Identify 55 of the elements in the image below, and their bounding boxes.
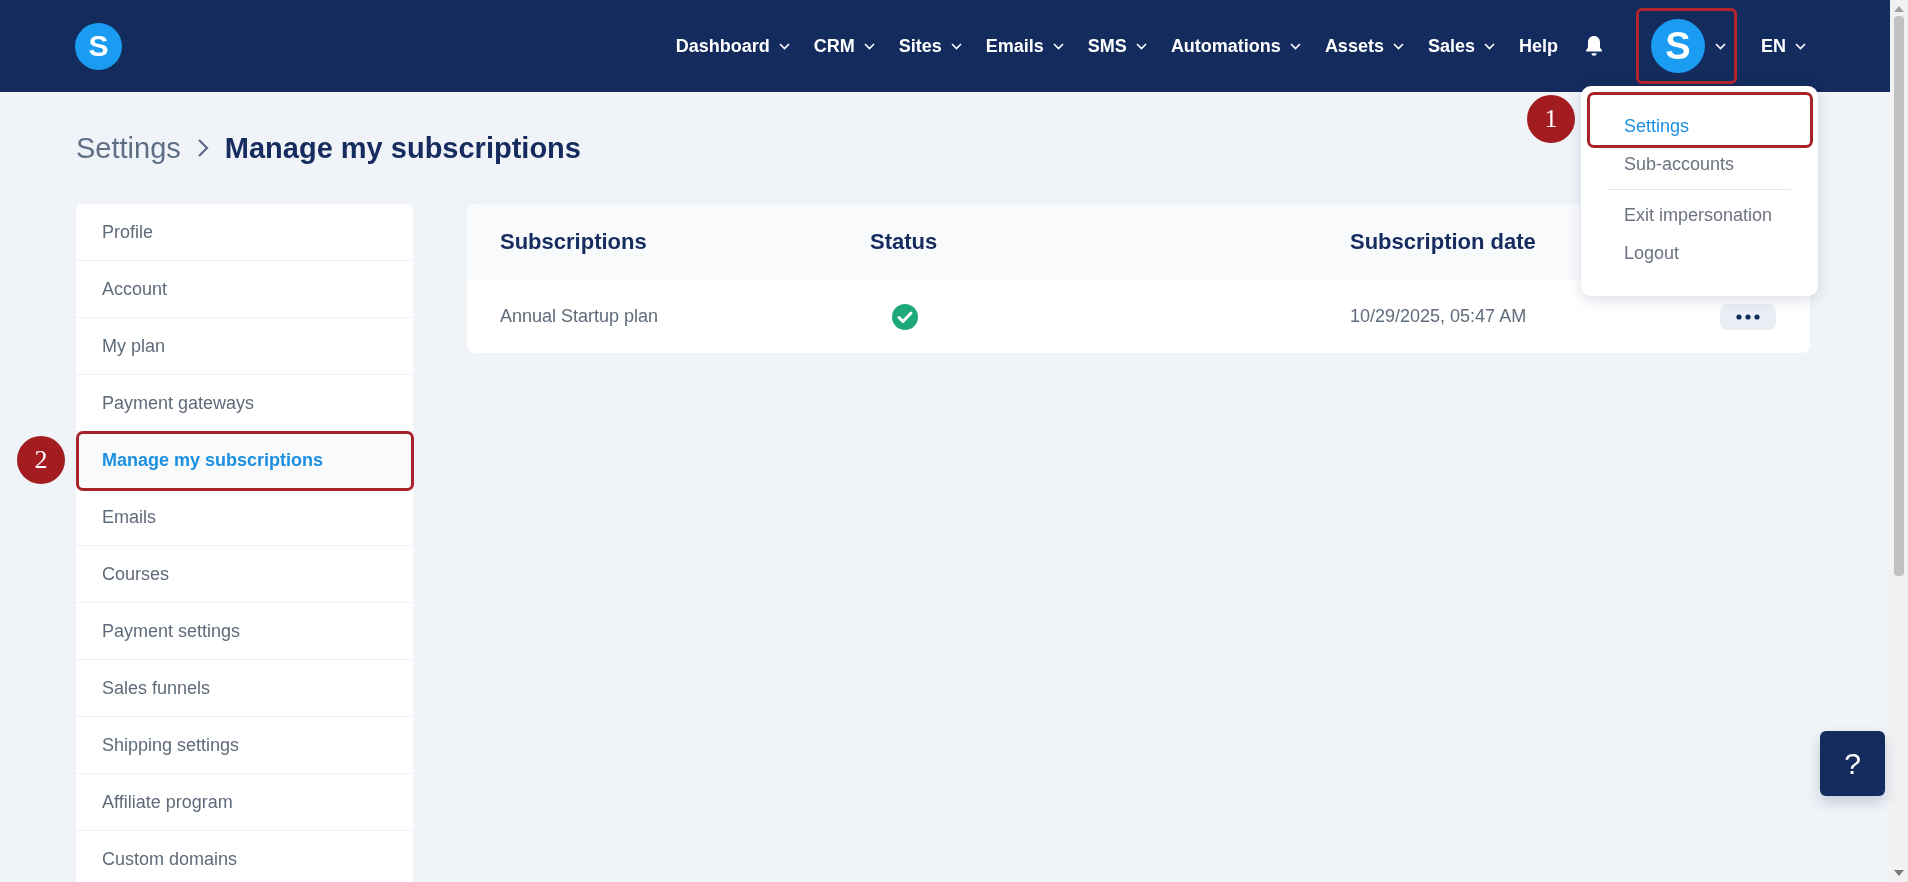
nav-menu-item[interactable]: Emails bbox=[985, 35, 1064, 57]
sidebar-item[interactable]: Courses bbox=[76, 546, 413, 602]
notification-bell-icon[interactable] bbox=[1584, 35, 1604, 57]
sidebar-item[interactable]: Payment gateways bbox=[76, 375, 413, 431]
table-cell-text: 10/29/2025, 05:47 AM bbox=[1350, 306, 1528, 327]
help-button[interactable]: ? bbox=[1820, 731, 1885, 796]
more-options-button[interactable] bbox=[1720, 303, 1776, 330]
nav-menu-item[interactable]: Help bbox=[1518, 35, 1558, 57]
menu-item[interactable]: Logout bbox=[1587, 234, 1812, 272]
step-number-badge: 1 bbox=[1527, 95, 1575, 143]
logo[interactable]: S bbox=[75, 22, 122, 70]
caret-icon bbox=[1483, 42, 1495, 50]
sidebar-item[interactable]: Manage my subscriptions bbox=[76, 432, 413, 488]
nav-menu-item[interactable]: Dashboard bbox=[675, 35, 790, 57]
caret-icon bbox=[1392, 42, 1404, 50]
nav-menu-item[interactable]: CRM bbox=[813, 35, 875, 57]
sidebar-item[interactable]: Shipping settings bbox=[76, 717, 413, 773]
sidebar-item[interactable]: Affiliate program bbox=[76, 774, 413, 830]
breadcrumb-link[interactable]: Settings bbox=[76, 131, 181, 165]
scroll-down-arrow-icon[interactable] bbox=[1894, 870, 1904, 876]
column-header: Subscriptions bbox=[500, 229, 647, 254]
sidebar-item[interactable]: Emails bbox=[76, 489, 413, 545]
sidebar-item[interactable]: Sales funnels bbox=[76, 660, 413, 716]
menu-item[interactable]: Settings bbox=[1587, 93, 1812, 145]
caret-icon bbox=[1715, 42, 1726, 50]
sidebar-item[interactable]: My plan bbox=[76, 318, 413, 374]
menu-item[interactable]: Exit impersonation bbox=[1587, 196, 1812, 234]
scroll-up-arrow-icon[interactable] bbox=[1894, 6, 1904, 12]
caret-icon bbox=[778, 42, 790, 50]
table-cell-text: Annual Startup plan bbox=[500, 306, 660, 327]
column-header: Status bbox=[870, 229, 938, 255]
nav-menu-item[interactable]: Assets bbox=[1324, 35, 1404, 57]
nav-menu-item[interactable]: SMS bbox=[1087, 35, 1147, 57]
account-menu-button[interactable]: S bbox=[1636, 8, 1737, 84]
more-icon bbox=[1736, 313, 1760, 320]
sidebar-item[interactable]: Profile bbox=[76, 204, 413, 260]
sidebar-item[interactable]: Custom domains bbox=[76, 831, 413, 882]
nav-menu-item[interactable]: Sales bbox=[1427, 35, 1495, 57]
column-header: Subscription date bbox=[1350, 229, 1536, 254]
step-number-badge: 2 bbox=[17, 436, 65, 484]
nav-menu-item[interactable]: Sites bbox=[898, 35, 962, 57]
caret-icon bbox=[950, 42, 962, 50]
scrollbar[interactable] bbox=[1890, 0, 1908, 882]
caret-icon bbox=[1795, 42, 1806, 50]
sidebar-item[interactable]: Payment settings bbox=[76, 603, 413, 659]
caret-icon bbox=[1052, 42, 1064, 50]
language-selector[interactable]: EN bbox=[1761, 35, 1806, 57]
chevron-right-icon bbox=[196, 138, 209, 158]
page-title: Manage my subscriptions bbox=[224, 131, 581, 165]
caret-icon bbox=[1135, 42, 1147, 50]
menu-item[interactable]: Sub-accounts bbox=[1587, 145, 1812, 183]
sidebar-item[interactable]: Account bbox=[76, 261, 413, 317]
caret-icon bbox=[1289, 42, 1301, 50]
nav-menu-item[interactable]: Automations bbox=[1170, 35, 1301, 57]
caret-icon bbox=[863, 42, 875, 50]
